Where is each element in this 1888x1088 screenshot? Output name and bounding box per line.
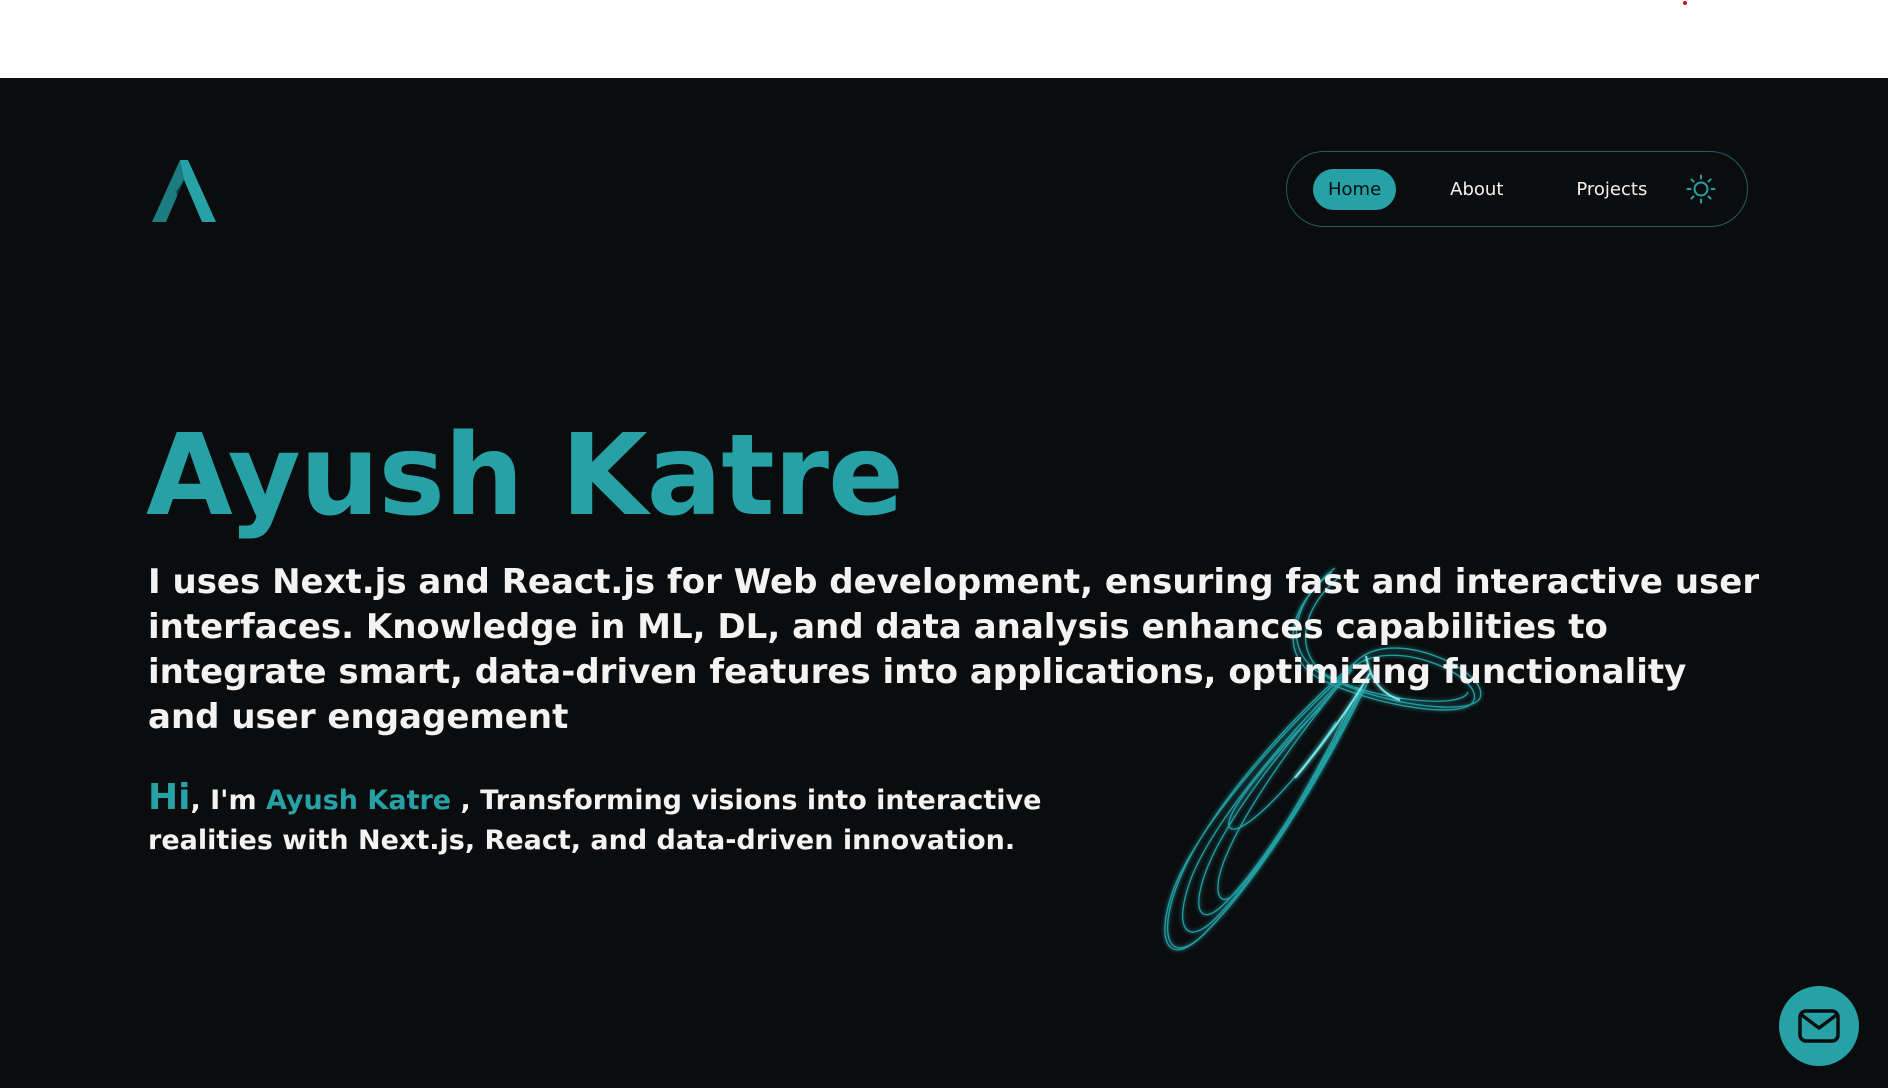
mail-icon: [1798, 1009, 1840, 1043]
nav-about[interactable]: About: [1435, 169, 1518, 210]
sun-icon[interactable]: [1686, 174, 1716, 204]
hero-name: Ayush Katre: [146, 411, 904, 541]
red-dot-marker: [1683, 1, 1687, 5]
hero-description: I uses Next.js and React.js for Web deve…: [148, 562, 1760, 737]
nav-home[interactable]: Home: [1313, 168, 1397, 210]
hero-intro: Hi, I'm Ayush Katre , Transforming visio…: [148, 778, 1048, 861]
intro-im: , I'm: [190, 785, 266, 816]
intro-name: Ayush Katre: [265, 785, 452, 816]
top-white-bar: [0, 0, 1888, 78]
nav-projects[interactable]: Projects: [1561, 169, 1662, 210]
intro-greeting: Hi: [148, 777, 191, 818]
hero-section: Home About Projects Ayush Katre I uses N…: [0, 78, 1888, 1088]
main-nav: Home About Projects: [1286, 151, 1748, 227]
a-monogram-logo-icon[interactable]: [150, 158, 218, 224]
contact-mail-button[interactable]: [1779, 986, 1859, 1066]
